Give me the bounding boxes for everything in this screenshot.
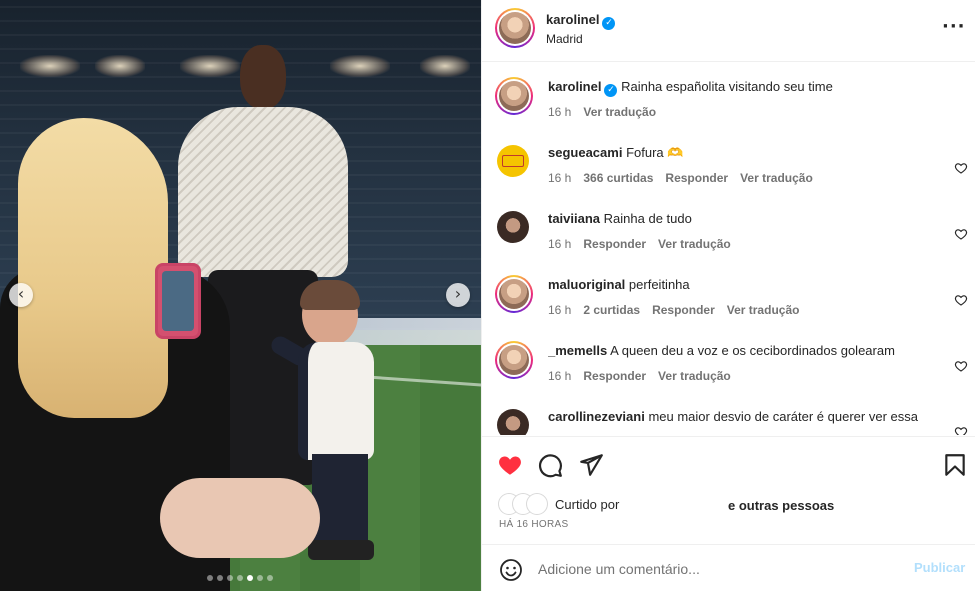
carousel-dot [227,575,233,581]
caption-row: karolinel ✓ Rainha españolita visitando s… [482,71,975,137]
commenter-avatar[interactable] [495,275,533,313]
commenter-username[interactable]: carollinezeviani [548,409,645,424]
carousel-dot [217,575,223,581]
reply-button[interactable]: Responder [665,171,728,185]
commenter-avatar[interactable] [497,145,529,177]
more-horizontal-icon[interactable]: ··· [942,16,966,37]
commenter-username[interactable]: _memells [548,343,607,358]
action-bar: Curtido por e outras pessoas HÁ 16 HORAS [482,436,975,544]
chevron-right-icon[interactable]: › [446,283,470,307]
post-location[interactable]: Madrid [546,32,583,46]
comment-like-heart-icon[interactable] [954,425,968,435]
reply-button[interactable]: Responder [652,303,715,317]
post-timestamp[interactable]: HÁ 16 HORAS [499,519,568,530]
carousel-dot [257,575,263,581]
comment-row: _memells A queen deu a voz e os cecibord… [482,335,975,401]
comment-likes[interactable]: 2 curtidas [583,303,640,317]
post-media[interactable]: ‹ › [0,0,481,591]
comment-text: Fofura 🫶 [626,145,684,160]
comment-text: A queen deu a voz e os cecibordinados go… [610,343,895,358]
bookmark-icon[interactable] [942,452,968,478]
carousel-dots [207,575,273,581]
reply-button[interactable]: Responder [583,369,646,383]
commenter-username[interactable]: segueacami [548,145,622,160]
carousel-dot [247,575,253,581]
comment-row: carollinezeviani meu maior desvio de car… [482,401,975,435]
caption-time[interactable]: 16 h [548,105,571,119]
author-avatar[interactable] [495,8,535,48]
comment-row: segueacami Fofura 🫶 16 h 366 curtidas Respo… [482,137,975,203]
comment-icon[interactable] [537,452,563,478]
verified-badge-icon: ✓ [604,84,618,97]
caption-translate[interactable]: Ver tradução [583,105,656,119]
comment-composer: Publicar [482,544,975,591]
comment-like-heart-icon[interactable] [954,227,968,241]
heart-filled-icon[interactable] [497,452,523,478]
comment-time[interactable]: 16 h [548,237,571,251]
translate-link[interactable]: Ver tradução [740,171,813,185]
comment-text: Rainha de tudo [603,211,692,226]
comment-row: taiviiana Rainha de tudo 16 h Responder Ver… [482,203,975,269]
caption-avatar[interactable] [495,77,533,115]
commenter-avatar[interactable] [495,341,533,379]
liked-by-label: Curtido por [555,496,620,512]
comment-like-heart-icon[interactable] [954,359,968,373]
liker-avatars [499,494,551,514]
emoji-icon[interactable] [499,558,523,582]
comment-input[interactable] [538,557,898,581]
woman-figure [0,118,320,591]
instagram-post-modal: ‹ › karolinel ✓ Madrid ··· karolinel ✓ R… [0,0,975,591]
commenter-username[interactable]: maluoriginal [548,277,625,292]
commenter-avatar[interactable] [497,409,529,435]
author-username[interactable]: karolinel ✓ [546,12,616,30]
comments-list[interactable]: karolinel ✓ Rainha españolita visitando s… [482,63,975,435]
comment-like-heart-icon[interactable] [954,293,968,307]
comment-time[interactable]: 16 h [548,171,571,185]
verified-badge-icon: ✓ [602,17,616,30]
commenter-username[interactable]: taiviiana [548,211,600,226]
comment-likes[interactable]: 366 curtidas [583,171,653,185]
share-icon[interactable] [578,452,604,478]
caption-username[interactable]: karolinel [548,79,601,94]
caption-text: Rainha españolita visitando seu time [621,79,833,94]
publish-button[interactable]: Publicar [914,560,965,575]
translate-link[interactable]: Ver tradução [658,237,731,251]
comment-text: meu maior desvio de caráter é querer ver… [648,409,918,424]
carousel-dot [267,575,273,581]
post-header: karolinel ✓ Madrid ··· [482,0,975,62]
comment-like-heart-icon[interactable] [954,161,968,175]
translate-link[interactable]: Ver tradução [658,369,731,383]
translate-link[interactable]: Ver tradução [727,303,800,317]
chevron-left-icon[interactable]: ‹ [9,283,33,307]
comment-text: perfeitinha [628,277,690,292]
comment-row: maluoriginal perfeitinha 16 h 2 curtidas Re… [482,269,975,335]
carousel-dot [237,575,243,581]
likes-summary[interactable]: Curtido por [499,494,619,514]
post-side-panel: karolinel ✓ Madrid ··· karolinel ✓ Rainha … [481,0,975,591]
reply-button[interactable]: Responder [583,237,646,251]
likes-others-link[interactable]: e outras pessoas [728,498,834,513]
carousel-dot [207,575,213,581]
commenter-avatar[interactable] [497,211,529,243]
phone-in-hand [155,263,201,339]
comment-time[interactable]: 16 h [548,369,571,383]
comment-time[interactable]: 16 h [548,303,571,317]
